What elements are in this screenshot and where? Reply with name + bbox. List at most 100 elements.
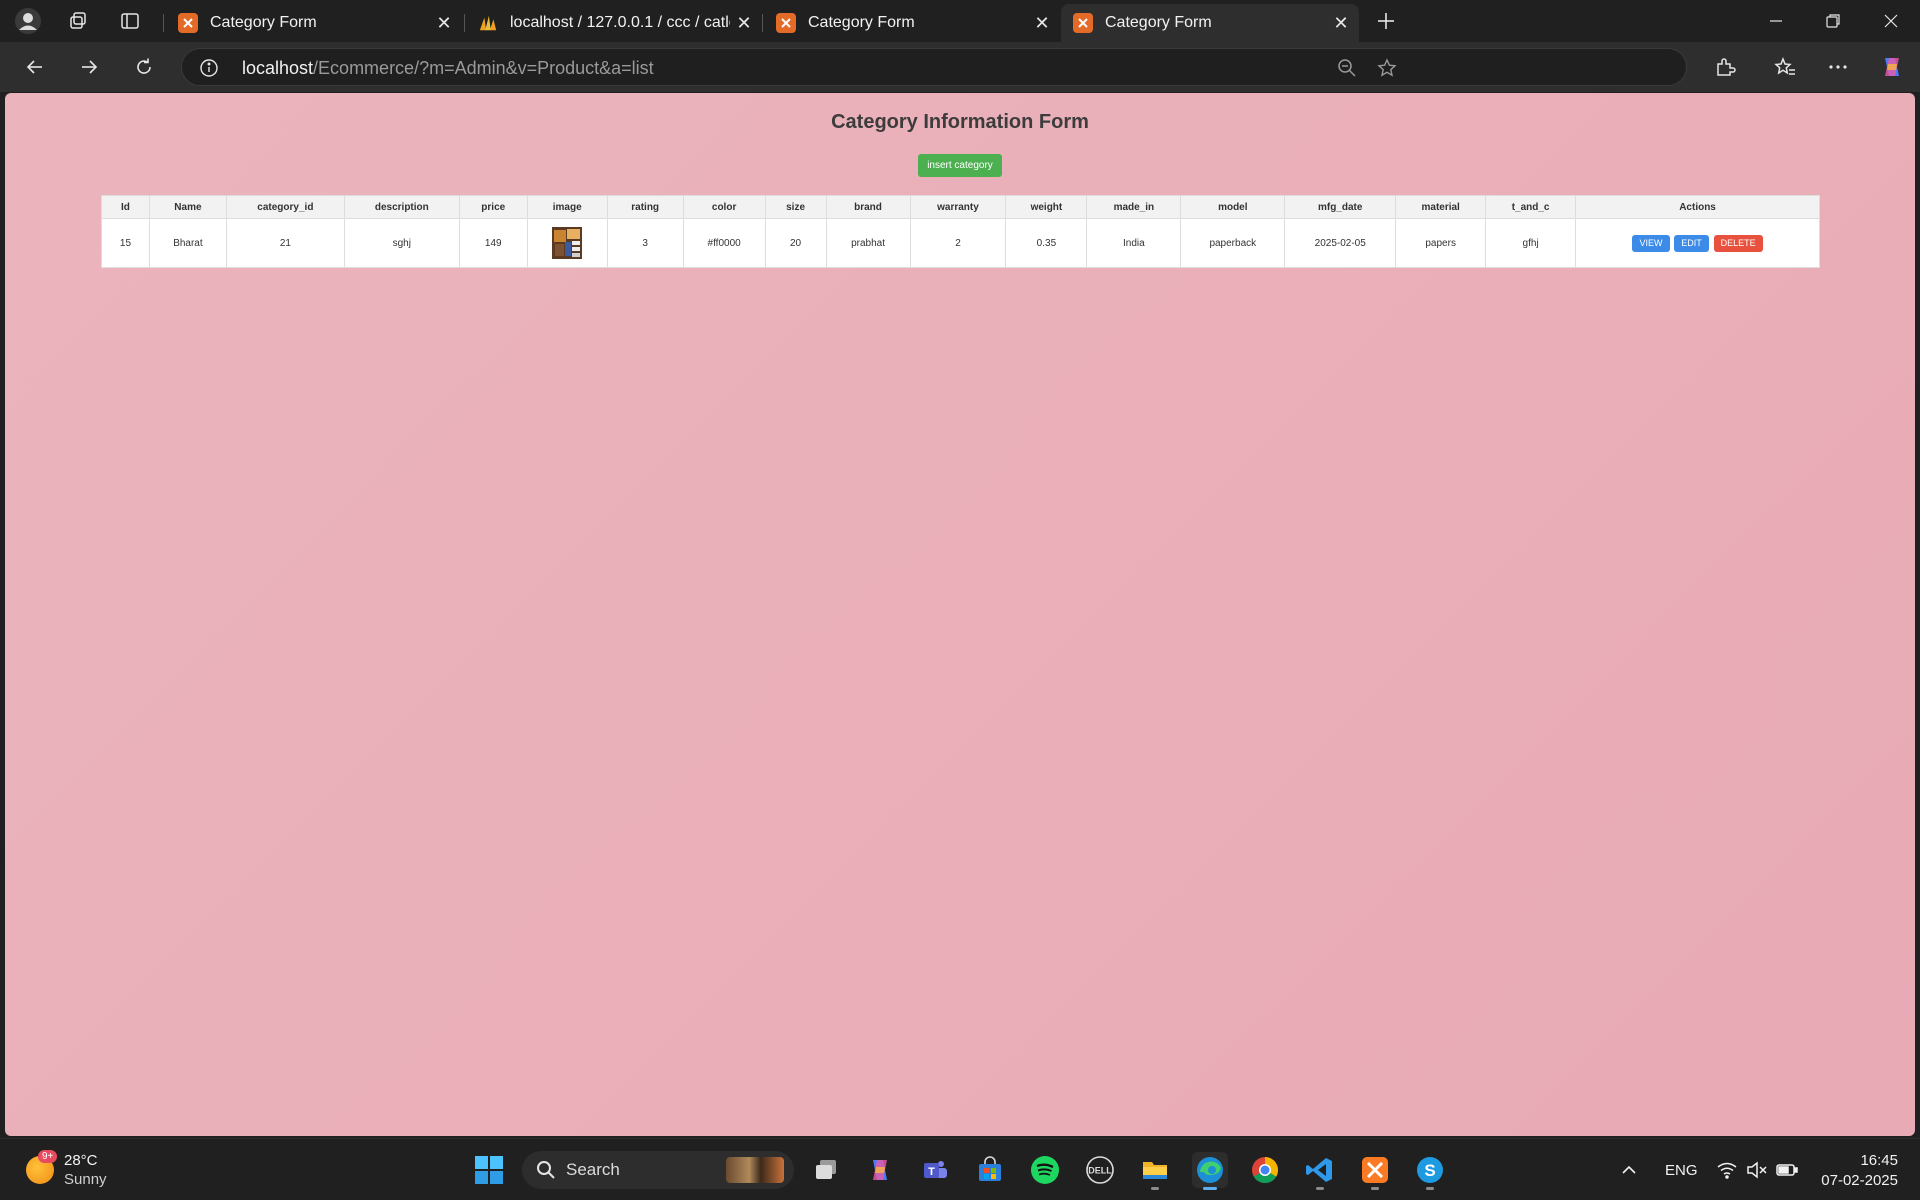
tab-category-form-1[interactable]: Category Form ✕ [166,4,462,42]
browser-toolbar: localhost/Ecommerce/?m=Admin&v=Product&a… [0,42,1920,92]
svg-text:S: S [1424,1161,1435,1180]
chevron-up-icon [1622,1165,1636,1174]
tab-category-form-2[interactable]: Category Form ✕ [764,4,1060,42]
file-explorer-icon[interactable] [1137,1152,1173,1190]
column-header: weight [1005,195,1088,219]
product-table: Id Name category_id description price im… [101,195,1820,268]
system-tray-icons[interactable] [1716,1139,1798,1200]
xampp-icon [1073,13,1093,33]
vscode-icon[interactable] [1302,1152,1338,1190]
zoom-out-icon[interactable] [1335,56,1359,80]
extensions-icon[interactable] [1710,52,1740,82]
taskbar: 9+ 28°C Sunny Search T DELL S ENG 16:45 … [0,1138,1920,1200]
column-header: warranty [909,195,1007,219]
battery-icon [1776,1164,1798,1176]
url-text: localhost/Ecommerce/?m=Admin&v=Product&a… [242,58,654,79]
running-indicator [1151,1187,1159,1190]
column-header: image [526,195,608,219]
cell-mfg-date: 2025-02-05 [1284,218,1397,268]
task-view-icon[interactable] [808,1152,844,1188]
xampp-taskbar-icon[interactable] [1357,1152,1393,1190]
column-header: Id [101,195,150,219]
taskbar-search[interactable]: Search [522,1151,794,1189]
muted-speaker-icon [1747,1161,1767,1179]
tab-phpmyadmin[interactable]: localhost / 127.0.0.1 / ccc / catlog ✕ [466,4,762,42]
view-button[interactable]: VIEW [1632,234,1670,252]
store-icon[interactable] [972,1152,1008,1188]
refresh-icon[interactable] [126,51,162,83]
cell-material: papers [1395,218,1487,268]
minimize-icon[interactable] [1747,0,1805,42]
cell-brand: prabhat [825,218,911,268]
cell-category-id: 21 [225,218,345,268]
table-row: 15 Bharat 21 sghj 149 3 #ff0000 20 prabh… [101,218,1820,268]
workspaces-icon[interactable] [58,7,98,35]
profile-avatar-icon[interactable] [8,7,48,35]
edge-icon[interactable] [1192,1152,1228,1190]
spotify-icon[interactable] [1027,1152,1063,1188]
restore-icon[interactable] [1804,0,1862,42]
xampp-icon [776,13,796,33]
column-header: Actions [1575,195,1820,219]
favorite-star-icon[interactable] [1375,56,1399,80]
search-icon [537,1161,555,1179]
search-highlight-image [726,1157,784,1183]
close-icon[interactable]: ✕ [1028,9,1056,37]
skype-icon[interactable]: S [1412,1152,1448,1190]
column-header: made_in [1086,195,1182,219]
tab-separator [762,14,763,32]
notification-badge: 9+ [38,1150,58,1163]
favorites-icon[interactable] [1770,52,1800,82]
column-header: t_and_c [1485,195,1577,219]
url-path: /Ecommerce/?m=Admin&v=Product&a=list [313,58,654,78]
tab-title: Category Form [210,14,317,31]
delete-button[interactable]: DELETE [1713,234,1763,252]
cell-color: #ff0000 [682,218,766,268]
address-bar[interactable]: localhost/Ecommerce/?m=Admin&v=Product&a… [181,48,1687,86]
copilot-icon[interactable] [1877,52,1907,82]
tab-bar: Category Form ✕ localhost / 127.0.0.1 / … [0,0,1920,42]
phpmyadmin-icon [478,13,498,33]
close-icon[interactable]: ✕ [730,9,758,37]
column-header: size [764,195,827,219]
cell-rating: 3 [606,218,684,268]
chrome-icon[interactable] [1247,1152,1283,1188]
close-icon[interactable]: ✕ [430,9,458,37]
cell-actions: VIEW EDIT DELETE [1575,218,1820,268]
insert-category-button[interactable]: insert category [918,154,1002,177]
tab-actions-icon[interactable] [110,7,150,35]
weather-widget[interactable]: 9+ 28°C Sunny [26,1150,107,1189]
close-window-icon[interactable] [1862,0,1920,42]
cell-warranty: 2 [909,218,1007,268]
svg-text:T: T [928,1166,935,1178]
close-icon[interactable]: ✕ [1327,9,1355,37]
teams-icon[interactable]: T [917,1152,953,1188]
more-options-icon[interactable] [1823,52,1853,82]
url-host: localhost [242,58,314,78]
column-header: brand [825,195,911,219]
dell-icon[interactable]: DELL [1082,1152,1118,1188]
sun-icon: 9+ [26,1150,58,1184]
site-info-icon[interactable] [198,57,220,79]
show-hidden-icons[interactable] [1620,1139,1638,1200]
tab-category-form-active[interactable]: Category Form ✕ [1061,4,1359,42]
new-tab-icon[interactable] [1366,7,1406,35]
back-icon[interactable] [17,51,53,83]
edit-button[interactable]: EDIT [1674,234,1709,252]
cell-weight: 0.35 [1005,218,1088,268]
copilot-taskbar-icon[interactable] [862,1152,898,1188]
running-indicator [1426,1187,1434,1190]
weather-temp: 28°C [64,1152,98,1169]
page-viewport: Category Information Form insert categor… [5,93,1915,1136]
language-indicator[interactable]: ENG [1665,1139,1698,1200]
cell-description: sghj [343,218,460,268]
column-header: color [682,195,766,219]
column-header: material [1395,195,1487,219]
start-icon[interactable] [471,1152,507,1188]
clock[interactable]: 16:45 07-02-2025 [1821,1151,1898,1191]
product-thumbnail [552,227,583,259]
cell-price: 149 [458,218,528,268]
running-indicator [1316,1187,1324,1190]
forward-icon[interactable] [71,51,107,83]
column-header: description [343,195,460,219]
